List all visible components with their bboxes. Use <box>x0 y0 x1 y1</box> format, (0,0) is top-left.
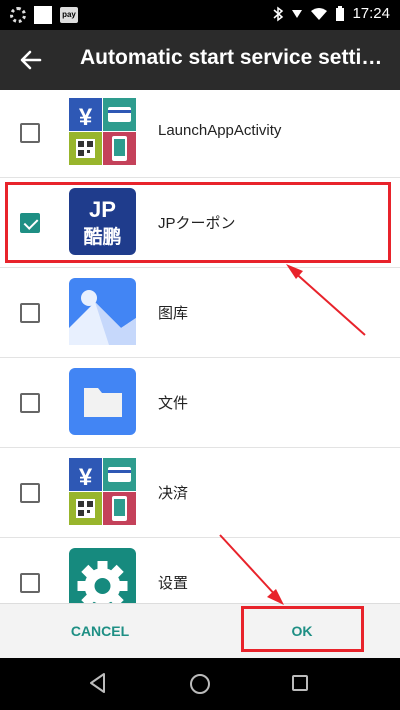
cancel-button[interactable]: CANCEL <box>40 604 160 659</box>
app-label: LaunchAppActivity <box>158 122 282 139</box>
annotation-highlight-box <box>5 182 391 263</box>
list-item[interactable]: ¥ LaunchAppActivity <box>0 90 400 178</box>
list-item[interactable]: 设置 <box>0 538 400 603</box>
nav-back-icon[interactable] <box>88 672 108 694</box>
page-title: Automatic start service settings <box>80 46 390 69</box>
nav-home-icon[interactable] <box>190 674 210 694</box>
wallet-app-icon: ¥ <box>69 458 136 525</box>
pay-notification-icon: pay <box>60 7 78 23</box>
svg-text:¥: ¥ <box>79 104 93 131</box>
wifi-icon <box>311 7 328 20</box>
arrow-left-icon <box>20 50 42 70</box>
files-app-icon <box>69 368 136 435</box>
checkbox[interactable] <box>20 483 40 503</box>
gallery-app-icon <box>69 278 136 345</box>
clock: 17:24 <box>352 5 390 22</box>
list-item[interactable]: 图库 <box>0 268 400 358</box>
checkbox[interactable] <box>20 123 40 143</box>
app-screen: pay 17:24 Automatic start service settin… <box>0 0 400 710</box>
list-item[interactable]: ¥ 决済 <box>0 448 400 538</box>
nav-recents-icon[interactable] <box>292 675 308 691</box>
back-button[interactable] <box>14 43 48 77</box>
battery-icon <box>336 5 345 21</box>
bluetooth-icon <box>273 6 284 21</box>
gear-status-icon <box>10 7 26 23</box>
status-bar: pay 17:24 <box>0 0 400 30</box>
app-label: 图库 <box>158 305 189 322</box>
checkbox[interactable] <box>20 303 40 323</box>
signal-icon <box>292 9 303 18</box>
notification-icon <box>34 6 52 24</box>
app-toolbar: Automatic start service settings <box>0 30 400 90</box>
app-label: 设置 <box>158 575 189 592</box>
checkbox[interactable] <box>20 573 40 593</box>
annotation-highlight-box <box>241 606 364 652</box>
navigation-bar <box>0 658 400 710</box>
app-label: 文件 <box>158 395 189 412</box>
app-list: ¥ LaunchAppActivity JP 酷鹏 JPクーポン 图库 文件 ¥… <box>0 90 400 603</box>
checkbox[interactable] <box>20 393 40 413</box>
app-label: 决済 <box>158 485 189 502</box>
settings-app-icon <box>69 548 136 603</box>
wallet-app-icon: ¥ <box>69 98 136 165</box>
svg-text:¥: ¥ <box>79 464 93 491</box>
list-item[interactable]: 文件 <box>0 358 400 448</box>
